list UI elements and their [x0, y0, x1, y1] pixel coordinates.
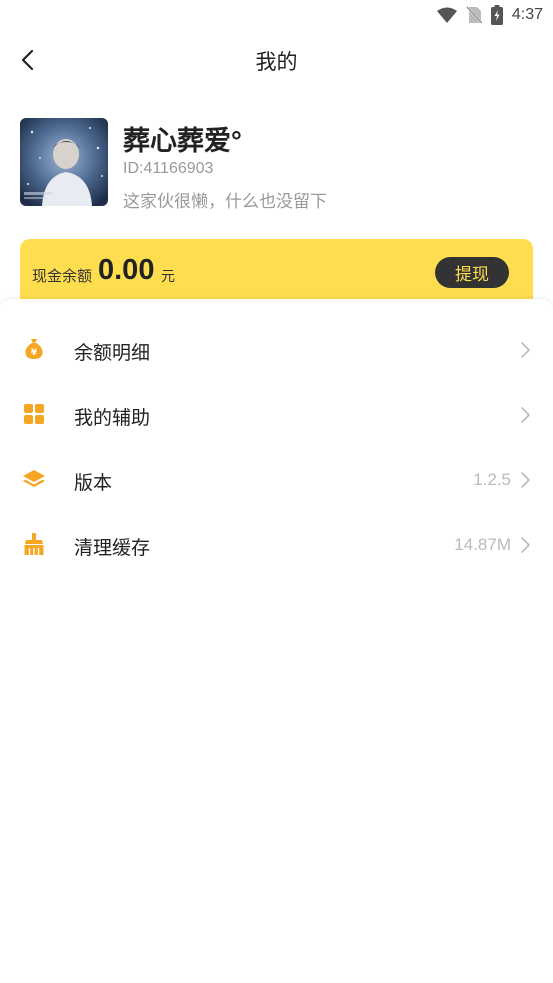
menu-item-balance-detail[interactable]: ¥ 余额明细: [0, 318, 553, 383]
status-bar: 4:37: [0, 0, 553, 32]
wifi-icon: [436, 7, 457, 23]
username: 葬心葬爱°: [123, 126, 242, 156]
status-time: 4:37: [511, 6, 543, 23]
page-title: 我的: [255, 51, 298, 74]
menu-item-label: 余额明细: [74, 343, 151, 364]
chevron-right-icon: [521, 472, 530, 488]
menu-item-label: 清理缓存: [74, 538, 151, 559]
menu-item-clear-cache[interactable]: 清理缓存 14.87M: [0, 513, 553, 578]
app-header: 我的: [0, 36, 553, 84]
balance-unit: 元: [161, 268, 175, 284]
avatar[interactable]: [20, 118, 108, 206]
no-sim-icon: [466, 6, 482, 24]
balance-label: 现金余额: [32, 268, 93, 285]
menu-item-label: 版本: [74, 473, 113, 494]
broom-icon: [24, 533, 44, 555]
chevron-right-icon: [521, 342, 530, 358]
user-id: ID:41166903: [123, 160, 214, 177]
avatar-image: [20, 118, 108, 206]
user-bio: 这家伙很懒，什么也没留下: [123, 192, 327, 211]
menu-item-label: 我的辅助: [74, 408, 151, 429]
chevron-right-icon: [521, 537, 530, 553]
menu-item-my-assist[interactable]: 我的辅助: [0, 383, 553, 448]
menu-item-version[interactable]: 版本 1.2.5: [0, 448, 553, 513]
battery-icon: [490, 5, 503, 25]
status-icons: 4:37: [436, 5, 543, 25]
grid-apps-icon: [24, 404, 44, 424]
money-bag-icon: ¥: [25, 339, 43, 359]
profile-section: 葬心葬爱° ID:41166903 这家伙很懒，什么也没留下: [20, 118, 533, 211]
balance-card: 现金余额 0.00 元 提现: [20, 239, 533, 305]
withdraw-button[interactable]: 提现: [435, 257, 509, 288]
layers-icon: [23, 470, 45, 487]
menu-list: ¥ 余额明细 我的辅助 版本 1.2.5 清理缓存 14.87M: [0, 299, 553, 983]
cache-size-value: 14.87M: [454, 535, 511, 554]
chevron-right-icon: [521, 407, 530, 423]
balance-amount: 0.00: [98, 254, 155, 286]
svg-text:¥: ¥: [31, 348, 38, 358]
version-value: 1.2.5: [473, 470, 511, 489]
